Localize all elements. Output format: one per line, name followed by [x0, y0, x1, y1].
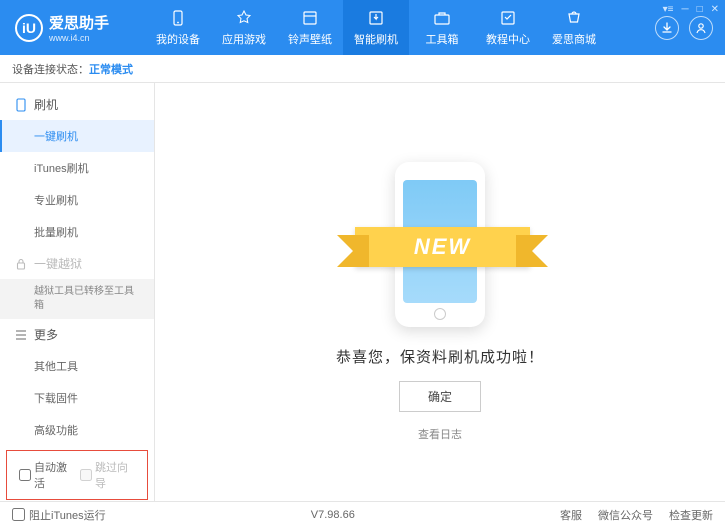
logo: iU 爱思助手 www.i4.cn	[0, 12, 145, 43]
nav-2[interactable]: 铃声壁纸	[277, 0, 343, 55]
user-icon[interactable]	[689, 16, 713, 40]
status-mode: 正常模式	[89, 61, 133, 77]
checkbox-panel: 自动激活 跳过向导	[6, 450, 148, 500]
nav-6[interactable]: 爱思商城	[541, 0, 607, 55]
nav-icon-1	[234, 8, 254, 28]
nav-icon-6	[564, 8, 584, 28]
group-label: 刷机	[34, 96, 58, 113]
nav-icon-5	[498, 8, 518, 28]
nav-label: 爱思商城	[552, 31, 596, 47]
sidebar-group-1[interactable]: 一键越狱	[0, 248, 154, 279]
new-badge: NEW	[355, 227, 530, 267]
sidebar-item-1-0: 越狱工具已转移至工具箱	[0, 279, 154, 319]
sidebar-item-2-0[interactable]: 其他工具	[0, 350, 154, 382]
sidebar-item-0-1[interactable]: iTunes刷机	[0, 152, 154, 184]
menu-icon[interactable]: ▾≡	[663, 4, 674, 15]
group-label: 更多	[34, 326, 58, 343]
window-controls: ▾≡ ─ □ ✕	[663, 4, 719, 15]
sidebar-item-0-3[interactable]: 批量刷机	[0, 216, 154, 248]
nav-4[interactable]: 工具箱	[409, 0, 475, 55]
sidebar-item-2-1[interactable]: 下载固件	[0, 382, 154, 414]
success-illustration: NEW	[340, 152, 540, 332]
sidebar-item-0-0[interactable]: 一键刷机	[0, 120, 154, 152]
nav-label: 应用游戏	[222, 31, 266, 47]
nav-3[interactable]: 智能刷机	[343, 0, 409, 55]
footer: 阻止iTunes运行 V7.98.66 客服微信公众号检查更新	[0, 501, 725, 527]
logo-icon: iU	[15, 14, 43, 42]
ok-button[interactable]: 确定	[399, 381, 481, 412]
nav-icon-3	[366, 8, 386, 28]
sidebar-group-2[interactable]: 更多	[0, 319, 154, 350]
titlebar: iU 爱思助手 www.i4.cn 我的设备 应用游戏 铃声壁纸 智能刷机 工具箱 教程中…	[0, 0, 725, 55]
sidebar-group-0[interactable]: 刷机	[0, 89, 154, 120]
success-message: 恭喜您，保资料刷机成功啦！	[336, 346, 544, 367]
auto-activate-checkbox[interactable]: 自动激活	[19, 459, 74, 491]
footer-link-1[interactable]: 微信公众号	[598, 507, 653, 523]
nav-0[interactable]: 我的设备	[145, 0, 211, 55]
version-label: V7.98.66	[311, 509, 355, 521]
sidebar-item-2-2[interactable]: 高级功能	[0, 414, 154, 446]
nav-icon-2	[300, 8, 320, 28]
block-itunes-checkbox[interactable]: 阻止iTunes运行	[12, 507, 106, 523]
minimize-icon[interactable]: ─	[681, 4, 688, 15]
nav-1[interactable]: 应用游戏	[211, 0, 277, 55]
footer-link-2[interactable]: 检查更新	[669, 507, 713, 523]
more-icon	[14, 328, 28, 342]
lock-icon	[14, 257, 28, 271]
group-label: 一键越狱	[34, 255, 82, 272]
nav-icon-0	[168, 8, 188, 28]
titlebar-right	[643, 16, 725, 40]
nav-label: 铃声壁纸	[288, 31, 332, 47]
nav-label: 我的设备	[156, 31, 200, 47]
status-prefix: 设备连接状态：	[12, 61, 89, 77]
nav-label: 教程中心	[486, 31, 530, 47]
sidebar: 刷机一键刷机iTunes刷机专业刷机批量刷机一键越狱越狱工具已转移至工具箱更多其…	[0, 83, 155, 501]
nav-icon-4	[432, 8, 452, 28]
status-bar: 设备连接状态： 正常模式	[0, 55, 725, 83]
maximize-icon[interactable]: □	[697, 4, 703, 15]
nav-label: 工具箱	[426, 31, 459, 47]
close-icon[interactable]: ✕	[711, 4, 719, 15]
app-site: www.i4.cn	[49, 33, 109, 43]
app-name: 爱思助手	[49, 12, 109, 33]
phone-icon	[14, 98, 28, 112]
nav-5[interactable]: 教程中心	[475, 0, 541, 55]
top-nav: 我的设备 应用游戏 铃声壁纸 智能刷机 工具箱 教程中心 爱思商城	[145, 0, 643, 55]
view-log-link[interactable]: 查看日志	[418, 426, 462, 442]
nav-label: 智能刷机	[354, 31, 398, 47]
main-content: NEW 恭喜您，保资料刷机成功啦！ 确定 查看日志	[155, 83, 725, 501]
skip-guide-checkbox[interactable]: 跳过向导	[80, 459, 135, 491]
footer-link-0[interactable]: 客服	[560, 507, 582, 523]
download-icon[interactable]	[655, 16, 679, 40]
sidebar-item-0-2[interactable]: 专业刷机	[0, 184, 154, 216]
